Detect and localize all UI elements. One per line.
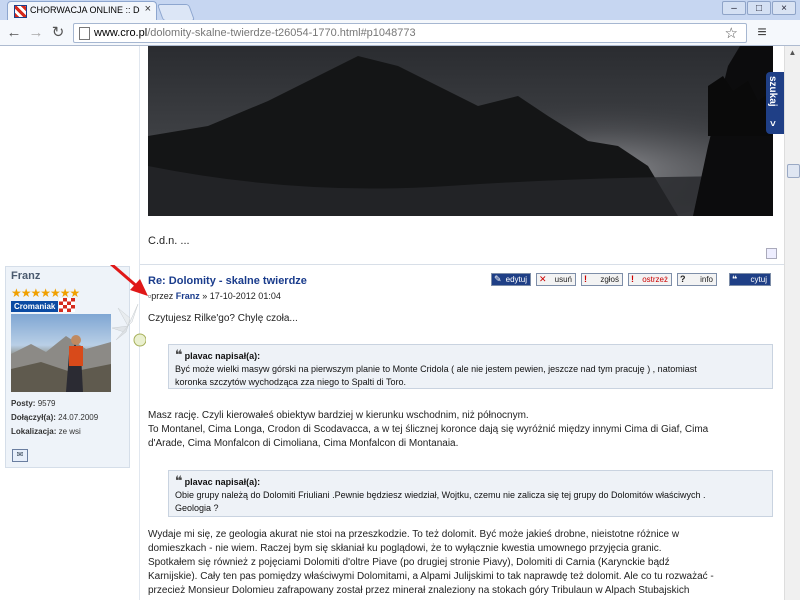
location-stat: Lokalizacja: ze wsi <box>11 427 81 436</box>
scrollbar-thumb[interactable] <box>787 164 800 178</box>
reload-icon[interactable]: ↻ <box>48 23 68 43</box>
delete-button[interactable]: ✕ usuń <box>536 273 576 286</box>
tab-title: CHORWACJA ONLINE :: Dol <box>30 5 140 15</box>
delete-icon: ✕ <box>539 274 547 284</box>
joined-stat: Dołączył(a): 24.07.2009 <box>11 413 99 422</box>
search-side-tab[interactable]: szukaj ˅ <box>766 72 784 134</box>
warn-button[interactable]: ! ostrzeż <box>628 273 672 286</box>
post-opening: Czytujesz Rilke'go? Chylę czoła... <box>148 313 298 324</box>
edit-button[interactable]: ✎ edytuj <box>491 273 531 286</box>
author-name[interactable]: Franz <box>11 270 40 282</box>
close-window-button[interactable]: × <box>772 1 796 15</box>
page-icon <box>79 27 90 40</box>
page-content: C.d.n. ... szukaj ˅ Franz ★★★★★★★ Croman… <box>0 46 784 600</box>
forward-arrow-icon[interactable]: → <box>26 23 46 43</box>
new-tab-button[interactable] <box>156 4 196 21</box>
browser-toolbar: ← → ↻ www.cro.pl/dolomity-skalne-twierdz… <box>0 20 800 46</box>
post-paragraph-2: Wydaje mi się, ze geologia akurat nie st… <box>148 529 714 596</box>
rank-badge: Cromaniak <box>11 301 59 312</box>
quote-button[interactable]: ❝ cytuj <box>729 273 771 286</box>
post-title[interactable]: Re: Dolomity - skalne twierdze <box>148 275 307 287</box>
back-to-top-icon[interactable] <box>766 248 777 259</box>
posts-stat: Posty: 9579 <box>11 399 56 408</box>
quote-icon: ❝ <box>732 274 738 284</box>
info-button[interactable]: ? info <box>677 273 717 286</box>
report-button[interactable]: ! zgłoś <box>581 273 623 286</box>
browser-tab-strip: CHORWACJA ONLINE :: Dol × – □ × <box>0 0 800 21</box>
info-icon: ? <box>680 274 686 284</box>
scroll-up-arrow-icon[interactable]: ▲ <box>785 46 800 60</box>
quote-author: ❝ plavac napisał(a): <box>175 473 261 488</box>
url-text: www.cro.pl/dolomity-skalne-twierdze-t260… <box>94 27 416 39</box>
tab-close-icon[interactable]: × <box>145 3 151 15</box>
search-tab-label: szukaj <box>767 76 778 107</box>
post-separator <box>140 264 784 265</box>
annotation-red-arrow <box>109 265 148 296</box>
address-bar[interactable]: www.cro.pl/dolomity-skalne-twierdze-t260… <box>73 23 747 43</box>
minimize-button[interactable]: – <box>722 1 746 15</box>
post-meta: ▫przez Franz » 17-10-2012 01:04 <box>148 291 281 301</box>
post-paragraph-1: Masz rację. Czyli kierowałeś obiektyw ba… <box>148 410 709 449</box>
quote-block-1: ❝ plavac napisał(a): Być może wielki masy… <box>168 344 773 389</box>
menu-wrench-icon[interactable]: ≡ <box>752 23 772 43</box>
bookmark-star-icon[interactable]: ☆ <box>725 24 738 42</box>
mountain-photo <box>148 46 773 216</box>
previous-post-text: C.d.n. ... <box>148 235 190 247</box>
chevron-down-icon: ˅ <box>770 119 776 130</box>
quote-author: ❝ plavac napisał(a): <box>175 347 261 362</box>
croatia-flag-favicon-icon <box>14 5 27 18</box>
edit-icon: ✎ <box>494 274 502 284</box>
quote-mark-icon: ❝ <box>175 473 183 488</box>
warn-icon: ! <box>631 274 634 284</box>
private-message-icon[interactable]: ✉ <box>12 449 28 462</box>
back-arrow-icon[interactable]: ← <box>4 23 24 43</box>
quote-block-2: ❝ plavac napisał(a): Obie grupy należą do… <box>168 470 773 517</box>
post-author-link[interactable]: Franz <box>176 291 200 301</box>
browser-tab[interactable]: CHORWACJA ONLINE :: Dol × <box>7 1 157 20</box>
maximize-button[interactable]: □ <box>747 1 771 15</box>
report-icon: ! <box>584 274 587 284</box>
quote-mark-icon: ❝ <box>175 347 183 362</box>
vertical-scrollbar[interactable]: ▲ <box>784 46 800 600</box>
